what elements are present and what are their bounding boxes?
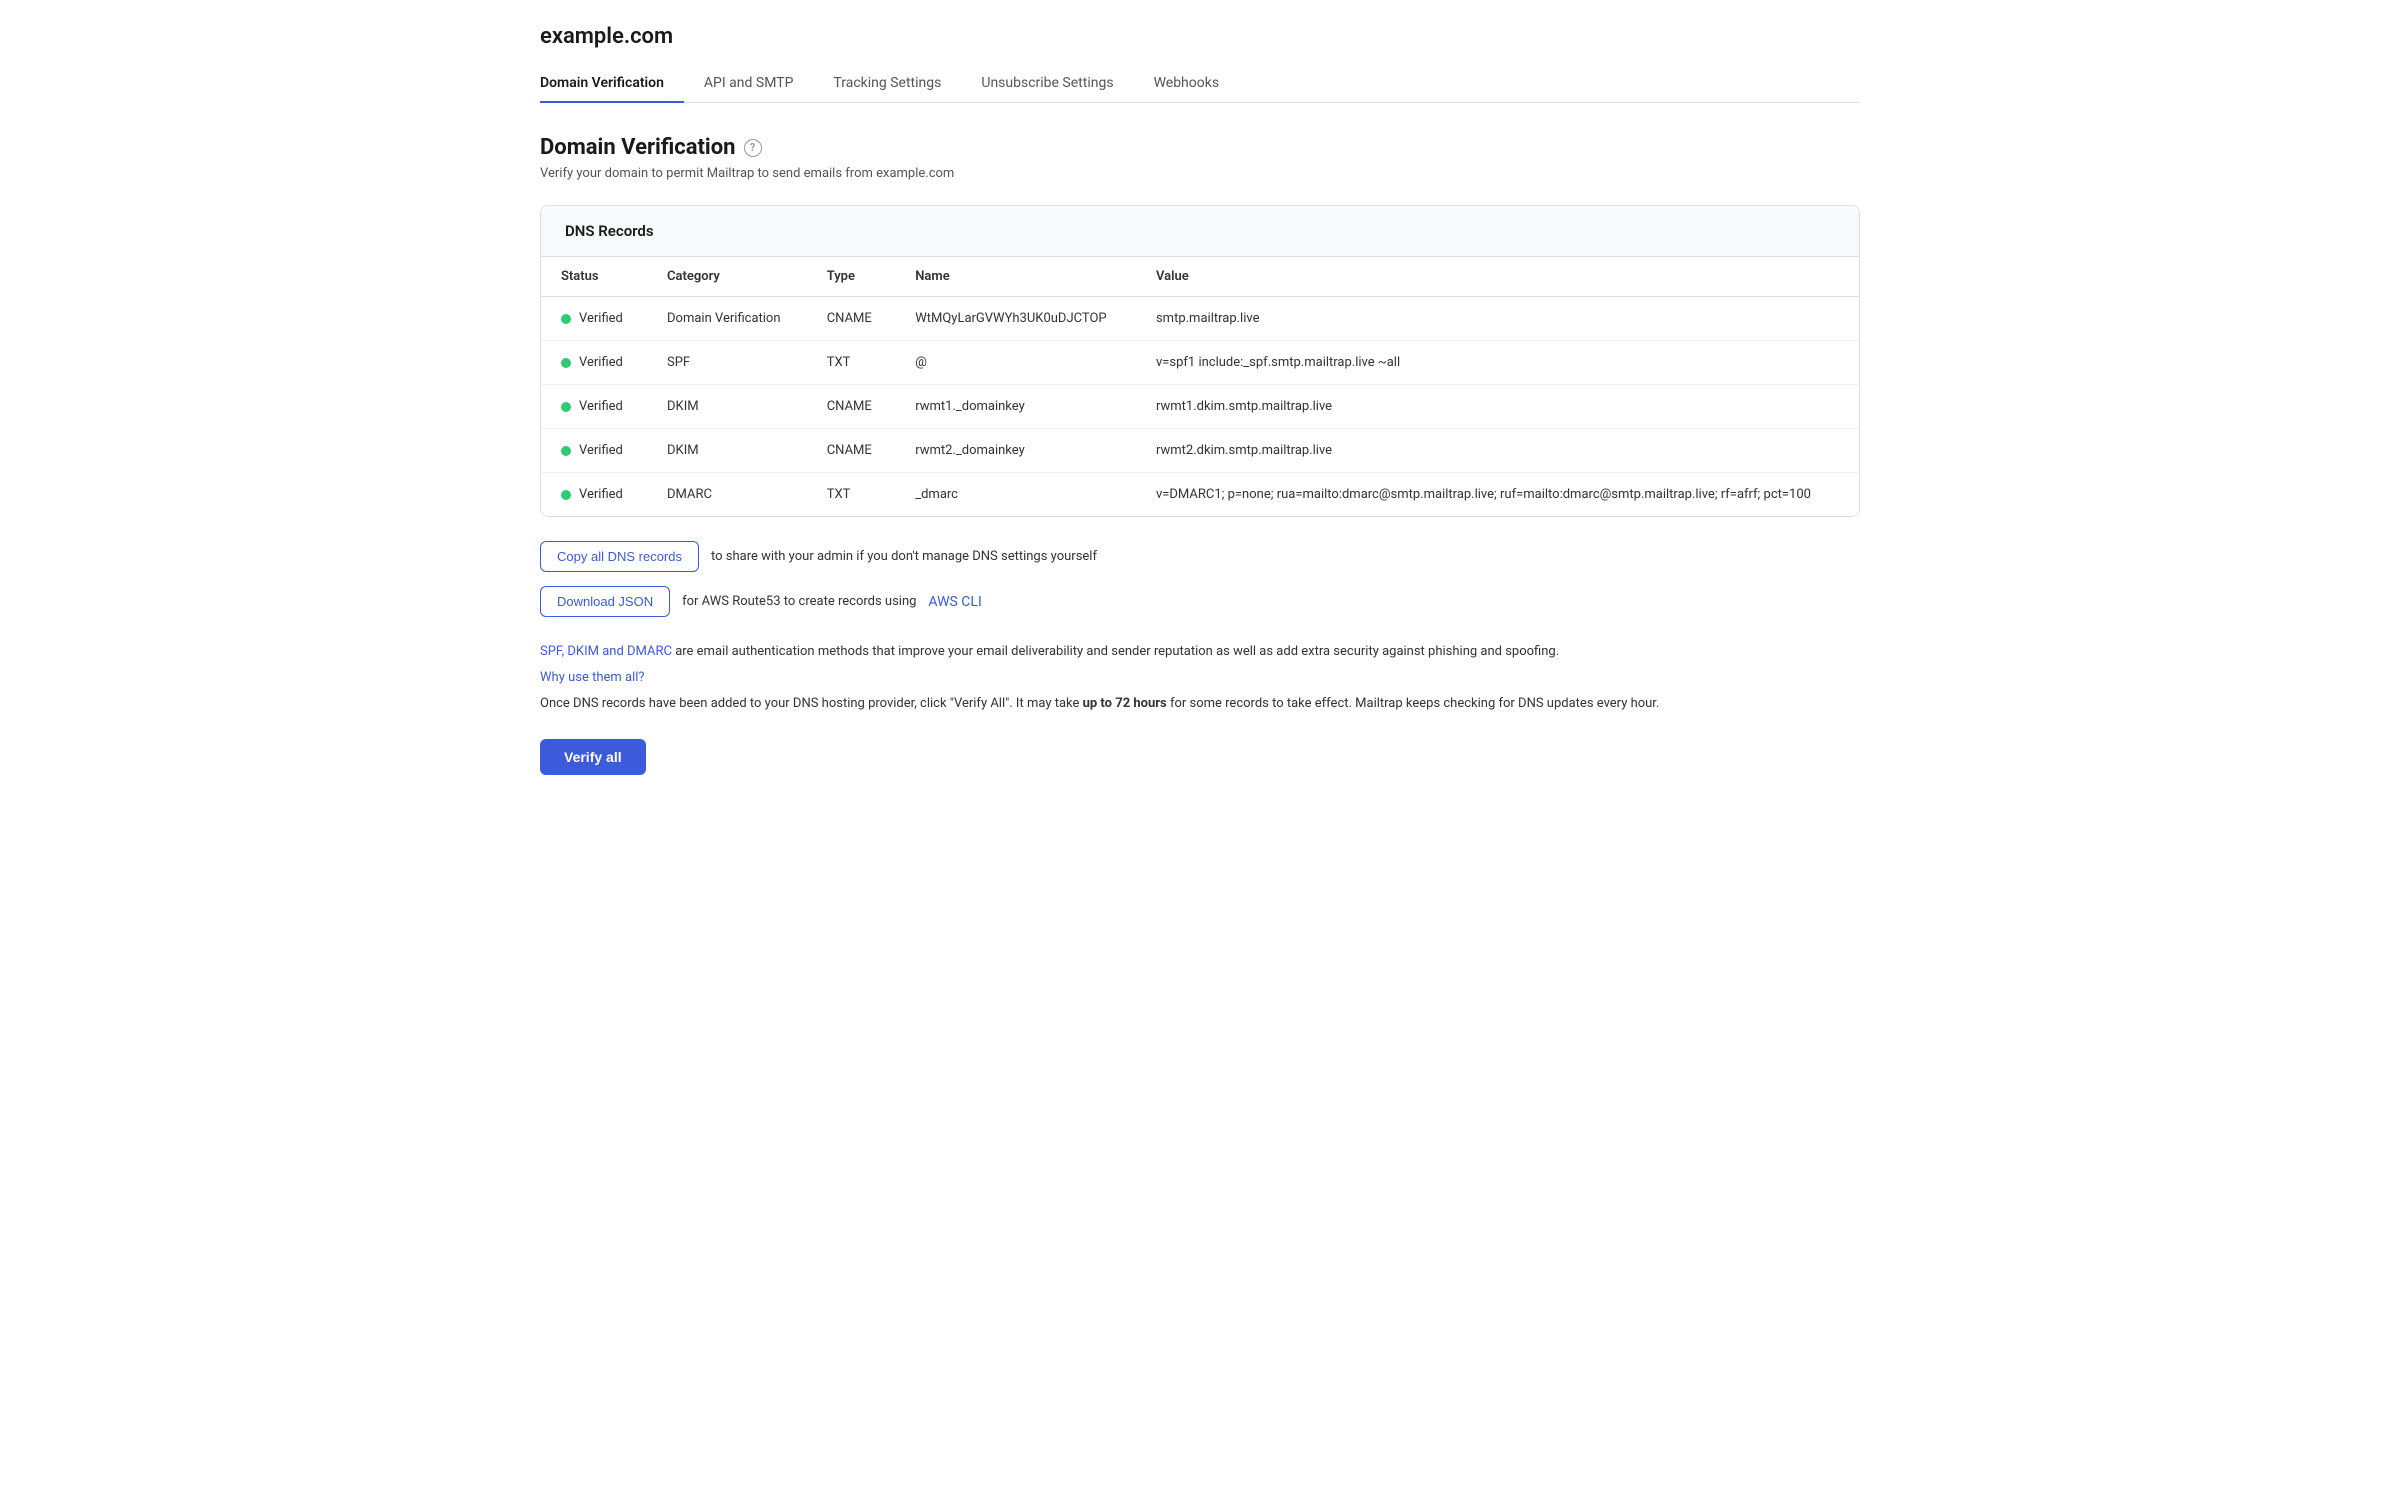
- download-action-line: Download JSON for AWS Route53 to create …: [540, 586, 1860, 617]
- domain-title: example.com: [540, 24, 1860, 49]
- dns-card-header: DNS Records: [541, 206, 1859, 257]
- tab-unsubscribe-settings[interactable]: Unsubscribe Settings: [961, 65, 1133, 103]
- status-dot: [561, 490, 571, 500]
- tabs-nav: Domain Verification API and SMTP Trackin…: [540, 65, 1860, 103]
- tab-api-smtp[interactable]: API and SMTP: [684, 65, 813, 103]
- verify-all-button[interactable]: Verify all: [540, 739, 646, 775]
- table-row: Verified DKIMCNAMErwmt2._domainkeyrwmt2.d…: [541, 429, 1859, 473]
- why-link-line: Why use them all?: [540, 667, 1860, 689]
- spf-dkim-dmarc-link[interactable]: SPF, DKIM and DMARC: [540, 644, 672, 659]
- cell-status: Verified: [541, 429, 647, 473]
- status-text: Verified: [579, 399, 623, 414]
- info-section: SPF, DKIM and DMARC are email authentica…: [540, 641, 1860, 715]
- status-text: Verified: [579, 311, 623, 326]
- spf-info-line: SPF, DKIM and DMARC are email authentica…: [540, 641, 1860, 663]
- status-dot: [561, 446, 571, 456]
- cell-category: SPF: [647, 341, 807, 385]
- col-value: Value: [1136, 257, 1859, 297]
- table-row: Verified DMARCTXT_dmarcv=DMARC1; p=none; …: [541, 473, 1859, 517]
- col-category: Category: [647, 257, 807, 297]
- copy-dns-button[interactable]: Copy all DNS records: [540, 541, 699, 572]
- cell-status: Verified: [541, 297, 647, 341]
- copy-action-text: to share with your admin if you don't ma…: [711, 549, 1097, 564]
- actions-section: Copy all DNS records to share with your …: [540, 541, 1860, 617]
- cell-type: CNAME: [807, 297, 896, 341]
- cell-category: Domain Verification: [647, 297, 807, 341]
- cell-status: Verified: [541, 385, 647, 429]
- verify-text-before: Once DNS records have been added to your…: [540, 696, 1083, 711]
- cell-name: rwmt1._domainkey: [895, 385, 1136, 429]
- copy-action-line: Copy all DNS records to share with your …: [540, 541, 1860, 572]
- cell-type: CNAME: [807, 429, 896, 473]
- table-row: Verified Domain VerificationCNAMEWtMQyLar…: [541, 297, 1859, 341]
- status-text: Verified: [579, 443, 623, 458]
- page-title: Domain Verification ?: [540, 135, 1860, 160]
- cell-name: @: [895, 341, 1136, 385]
- table-row: Verified DKIMCNAMErwmt1._domainkeyrwmt1.d…: [541, 385, 1859, 429]
- download-action-text: for AWS Route53 to create records using: [682, 594, 916, 609]
- cell-category: DKIM: [647, 429, 807, 473]
- cell-name: _dmarc: [895, 473, 1136, 517]
- tab-domain-verification[interactable]: Domain Verification: [540, 65, 684, 103]
- cell-status: Verified: [541, 473, 647, 517]
- cell-status: Verified: [541, 341, 647, 385]
- spf-info-text: are email authentication methods that im…: [672, 644, 1559, 659]
- col-type: Type: [807, 257, 896, 297]
- status-text: Verified: [579, 355, 623, 370]
- cell-value: rwmt1.dkim.smtp.mailtrap.live: [1136, 385, 1859, 429]
- cell-type: TXT: [807, 473, 896, 517]
- table-row: Verified SPFTXT@v=spf1 include:_spf.smtp.…: [541, 341, 1859, 385]
- cell-name: WtMQyLarGVWYh3UK0uDJCTOP: [895, 297, 1136, 341]
- tab-webhooks[interactable]: Webhooks: [1134, 65, 1240, 103]
- verify-text-bold: up to 72 hours: [1083, 696, 1167, 711]
- why-use-them-link[interactable]: Why use them all?: [540, 670, 645, 685]
- col-status: Status: [541, 257, 647, 297]
- verify-info-line: Once DNS records have been added to your…: [540, 693, 1860, 715]
- cell-value: smtp.mailtrap.live: [1136, 297, 1859, 341]
- cell-type: TXT: [807, 341, 896, 385]
- tab-tracking-settings[interactable]: Tracking Settings: [813, 65, 961, 103]
- cell-value: rwmt2.dkim.smtp.mailtrap.live: [1136, 429, 1859, 473]
- aws-cli-link[interactable]: AWS CLI: [928, 594, 981, 610]
- cell-type: CNAME: [807, 385, 896, 429]
- status-dot: [561, 358, 571, 368]
- page-subtitle: Verify your domain to permit Mailtrap to…: [540, 166, 1860, 181]
- verify-text-after: for some records to take effect. Mailtra…: [1167, 696, 1660, 711]
- status-text: Verified: [579, 487, 623, 502]
- status-dot: [561, 314, 571, 324]
- help-icon[interactable]: ?: [744, 139, 762, 157]
- col-name: Name: [895, 257, 1136, 297]
- cell-category: DKIM: [647, 385, 807, 429]
- download-json-button[interactable]: Download JSON: [540, 586, 670, 617]
- dns-table: Status Category Type Name Value Verified…: [541, 257, 1859, 516]
- cell-value: v=spf1 include:_spf.smtp.mailtrap.live ~…: [1136, 341, 1859, 385]
- cell-value: v=DMARC1; p=none; rua=mailto:dmarc@smtp.…: [1136, 473, 1859, 517]
- status-dot: [561, 402, 571, 412]
- cell-name: rwmt2._domainkey: [895, 429, 1136, 473]
- dns-records-card: DNS Records Status Category Type Name Va…: [540, 205, 1860, 517]
- cell-category: DMARC: [647, 473, 807, 517]
